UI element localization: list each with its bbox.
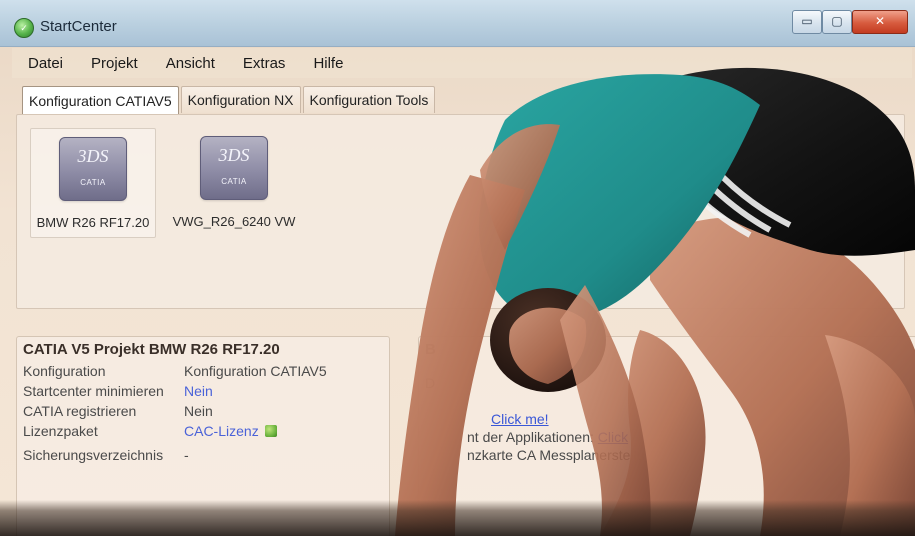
close-icon: ✕ [874,14,886,28]
track-dirt-strip [0,500,915,536]
right-panel-line2: nzkarte CA Messplanerstellu [467,447,645,463]
close-button[interactable]: ✕ [852,10,908,34]
catia-logo-text: CATIA [221,177,247,186]
right-panel-line-link[interactable]: Click [598,429,628,445]
catia-logo-mark: 3DS [77,146,109,166]
maximize-icon: ▢ [831,14,843,28]
license-link-text[interactable]: CAC-Lizenz [184,423,259,439]
catia-logo-mark: 3DS [218,145,250,165]
tab-konfiguration-nx[interactable]: Konfiguration NX [180,86,301,113]
config-item-vwg[interactable]: 3DS CATIA VWG_R26_6240 VW [172,128,296,236]
startcenter-icon: ✓ [14,18,34,38]
right-panel-text: D [425,375,436,391]
screenshot-root: ✓ StartCenter ▭ ▢ ✕ Datei Projekt Ansich… [0,0,915,536]
details-value: Nein [184,403,213,419]
maximize-button[interactable]: ▢ [822,10,852,34]
window-title: StartCenter [40,18,117,35]
tab-konfiguration-catiav5[interactable]: Konfiguration CATIAV5 [22,86,179,115]
details-value-link[interactable]: Nein [184,383,213,399]
menu-extras[interactable]: Extras [241,53,288,74]
config-item-label: VWG_R26_6240 VW [172,214,296,229]
catia-icon: 3DS CATIA [200,136,268,200]
click-me-link[interactable]: Click me! [491,411,549,427]
details-key: Sicherungsverzeichnis [23,447,164,463]
tab-konfiguration-tools[interactable]: Konfiguration Tools [302,86,436,113]
tab-strip: Konfiguration CATIAV5 Konfiguration NX K… [22,86,437,115]
menu-datei[interactable]: Datei [26,53,65,74]
catia-logo-text: CATIA [80,178,106,187]
project-details-title: CATIA V5 Projekt BMW R26 RF17.20 [23,341,280,358]
details-key: Startcenter minimieren [23,383,164,399]
config-item-label: BMW R26 RF17.20 [36,215,150,230]
details-key: Lizenzpaket [23,423,98,439]
catia-icon: 3DS CATIA [59,137,127,201]
minimize-icon: ▭ [801,14,813,28]
right-panel-applications-line: nt der Applikationen: Click [467,429,628,445]
window-titlebar[interactable]: ✓ StartCenter ▭ ▢ ✕ [0,0,915,47]
details-value: - [184,447,189,463]
details-value: Konfiguration CATIAV5 [184,363,327,379]
details-key: Konfiguration [23,363,106,379]
details-key: CATIA registrieren [23,403,137,419]
menu-hilfe[interactable]: Hilfe [311,53,345,74]
thumbs-up-icon [264,425,277,437]
details-value-link[interactable]: CAC-Lizenz [184,423,277,439]
config-item-bmw[interactable]: 3DS CATIA BMW R26 RF17.20 [30,128,156,238]
right-panel-line-text: nt der Applikationen: [467,429,598,445]
menu-projekt[interactable]: Projekt [89,53,140,74]
minimize-button[interactable]: ▭ [792,10,822,34]
menu-ansicht[interactable]: Ansicht [164,53,217,74]
menu-bar: Datei Projekt Ansicht Extras Hilfe [12,48,912,78]
right-panel-heading: B [425,341,436,358]
